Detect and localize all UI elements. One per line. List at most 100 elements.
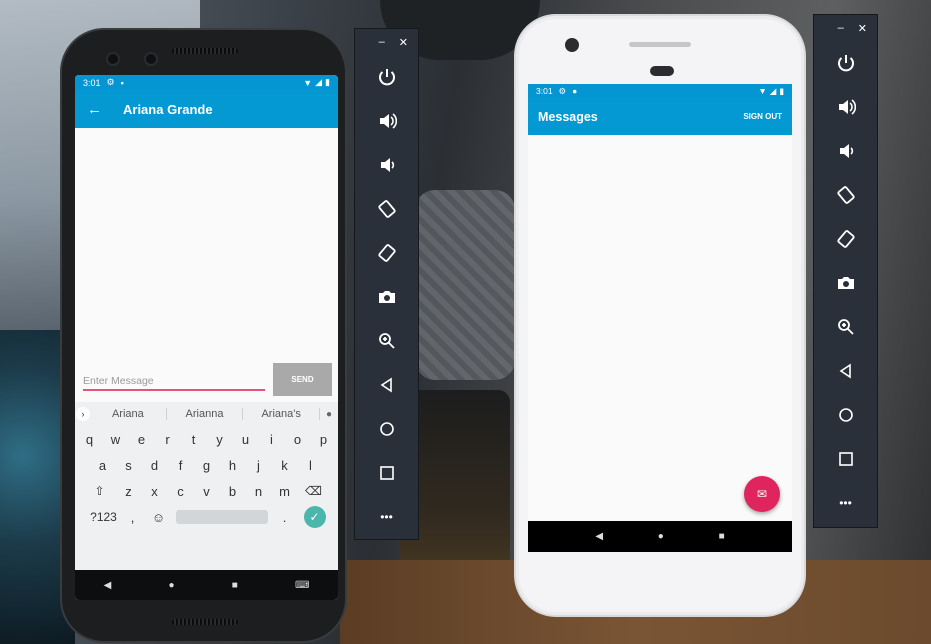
- rotate-right-button[interactable]: [355, 231, 418, 275]
- microphone-icon[interactable]: ●: [320, 409, 338, 420]
- emoji-icon[interactable]: ☺: [146, 510, 172, 525]
- close-icon[interactable]: ✕: [858, 22, 867, 35]
- key-v[interactable]: v: [194, 484, 220, 499]
- key-r[interactable]: r: [155, 432, 181, 447]
- battery-icon: ▮: [325, 77, 330, 87]
- chevron-right-icon[interactable]: ›: [76, 407, 90, 421]
- device-1-screen[interactable]: 3:01 ⚙ ▪ ▼ ◢ ▮ ← Ariana Grande Enter Mes…: [75, 75, 338, 600]
- volume-down-icon: [839, 144, 853, 158]
- shift-icon[interactable]: ⇧: [84, 484, 116, 498]
- key-period[interactable]: .: [272, 510, 298, 525]
- zoom-icon: [837, 319, 854, 335]
- rotate-left-icon: [836, 186, 855, 204]
- key-q[interactable]: q: [77, 432, 103, 447]
- rotate-left-button[interactable]: [814, 173, 877, 217]
- key-row-2: a s d f g h j k l: [75, 452, 338, 478]
- volume-down-button[interactable]: [814, 129, 877, 173]
- key-l[interactable]: l: [298, 458, 324, 473]
- key-comma[interactable]: ,: [120, 510, 146, 525]
- minimize-icon[interactable]: –: [379, 36, 385, 48]
- page-title: Messages: [538, 109, 598, 124]
- screenshot-button[interactable]: [814, 261, 877, 305]
- spacebar[interactable]: [175, 510, 268, 524]
- key-h[interactable]: h: [220, 458, 246, 473]
- overview-square-icon: [379, 466, 394, 480]
- back-triangle-icon[interactable]: ◀: [595, 531, 603, 542]
- send-button[interactable]: SEND: [273, 363, 332, 396]
- key-w[interactable]: w: [103, 432, 129, 447]
- earpiece-speaker: [629, 42, 691, 47]
- signal-icon: ◢: [769, 85, 777, 96]
- status-bar: 3:01 ⚙ ● ▼ ◢ ▮: [528, 84, 792, 98]
- home-button[interactable]: [355, 407, 418, 451]
- key-m[interactable]: m: [272, 484, 298, 499]
- key-g[interactable]: g: [194, 458, 220, 473]
- zoom-icon: [378, 333, 395, 349]
- toolbar-window-controls: – ✕: [814, 15, 877, 41]
- power-button[interactable]: [355, 55, 418, 99]
- sign-out-button[interactable]: SIGN OUT: [743, 112, 782, 121]
- checkmark-icon[interactable]: ✓: [303, 506, 326, 528]
- zoom-button[interactable]: [814, 305, 877, 349]
- key-j[interactable]: j: [246, 458, 272, 473]
- device-2-screen[interactable]: 3:01 ⚙ ● ▼ ◢ ▮ Messages SIGN OUT ✉ ◀ ● ■: [528, 84, 792, 552]
- key-a[interactable]: a: [90, 458, 116, 473]
- volume-down-button[interactable]: [355, 143, 418, 187]
- back-triangle-icon[interactable]: ◀: [104, 580, 112, 591]
- home-circle-icon[interactable]: ●: [658, 531, 664, 542]
- suggestion-3[interactable]: Ariana's: [243, 408, 321, 420]
- more-button[interactable]: •••: [814, 481, 877, 525]
- key-e[interactable]: e: [129, 432, 155, 447]
- key-f[interactable]: f: [168, 458, 194, 473]
- home-button[interactable]: [814, 393, 877, 437]
- key-d[interactable]: d: [142, 458, 168, 473]
- key-b[interactable]: b: [220, 484, 246, 499]
- key-y[interactable]: y: [207, 432, 233, 447]
- key-k[interactable]: k: [272, 458, 298, 473]
- wifi-icon: ▼: [758, 85, 767, 96]
- back-button[interactable]: [355, 363, 418, 407]
- key-p[interactable]: p: [311, 432, 337, 447]
- key-u[interactable]: u: [233, 432, 259, 447]
- volume-up-button[interactable]: [814, 85, 877, 129]
- rotate-right-button[interactable]: [814, 217, 877, 261]
- close-icon[interactable]: ✕: [399, 36, 408, 49]
- message-input[interactable]: Enter Message: [83, 375, 265, 391]
- front-camera-right: [144, 52, 158, 66]
- zoom-button[interactable]: [355, 319, 418, 363]
- suggestion-strip: › Ariana Arianna Ariana's ●: [75, 402, 338, 426]
- back-arrow-icon[interactable]: ←: [87, 101, 123, 118]
- rotate-right-icon: [377, 244, 396, 262]
- suggestion-1[interactable]: Ariana: [90, 408, 167, 420]
- settings-icon: ⚙: [558, 85, 567, 96]
- backspace-icon[interactable]: ⌫: [298, 484, 330, 498]
- key-n[interactable]: n: [246, 484, 272, 499]
- rotate-right-icon: [836, 230, 855, 248]
- key-c[interactable]: c: [168, 484, 194, 499]
- power-button[interactable]: [814, 41, 877, 85]
- suggestion-2[interactable]: Arianna: [167, 408, 244, 420]
- rotate-left-button[interactable]: [355, 187, 418, 231]
- back-button[interactable]: [814, 349, 877, 393]
- key-x[interactable]: x: [142, 484, 168, 499]
- key-o[interactable]: o: [285, 432, 311, 447]
- compose-message-fab[interactable]: ✉: [744, 476, 780, 512]
- key-row-1: q w e r t y u i o p: [75, 426, 338, 452]
- recents-square-icon[interactable]: ■: [232, 580, 238, 591]
- screenshot-button[interactable]: [355, 275, 418, 319]
- keyboard-switch-icon[interactable]: ⌨: [295, 580, 309, 591]
- key-t[interactable]: t: [181, 432, 207, 447]
- more-button[interactable]: •••: [355, 495, 418, 539]
- key-symbols[interactable]: ?123: [88, 510, 120, 524]
- key-i[interactable]: i: [259, 432, 285, 447]
- volume-up-button[interactable]: [355, 99, 418, 143]
- key-z[interactable]: z: [116, 484, 142, 499]
- home-circle-icon[interactable]: ●: [168, 580, 174, 591]
- overview-button[interactable]: [814, 437, 877, 481]
- overview-button[interactable]: [355, 451, 418, 495]
- recents-square-icon[interactable]: ■: [719, 531, 725, 542]
- minimize-icon[interactable]: –: [838, 22, 844, 34]
- volume-up-icon: [838, 99, 856, 115]
- emulator-toolbar-2: – ✕ •••: [813, 14, 878, 528]
- key-s[interactable]: s: [116, 458, 142, 473]
